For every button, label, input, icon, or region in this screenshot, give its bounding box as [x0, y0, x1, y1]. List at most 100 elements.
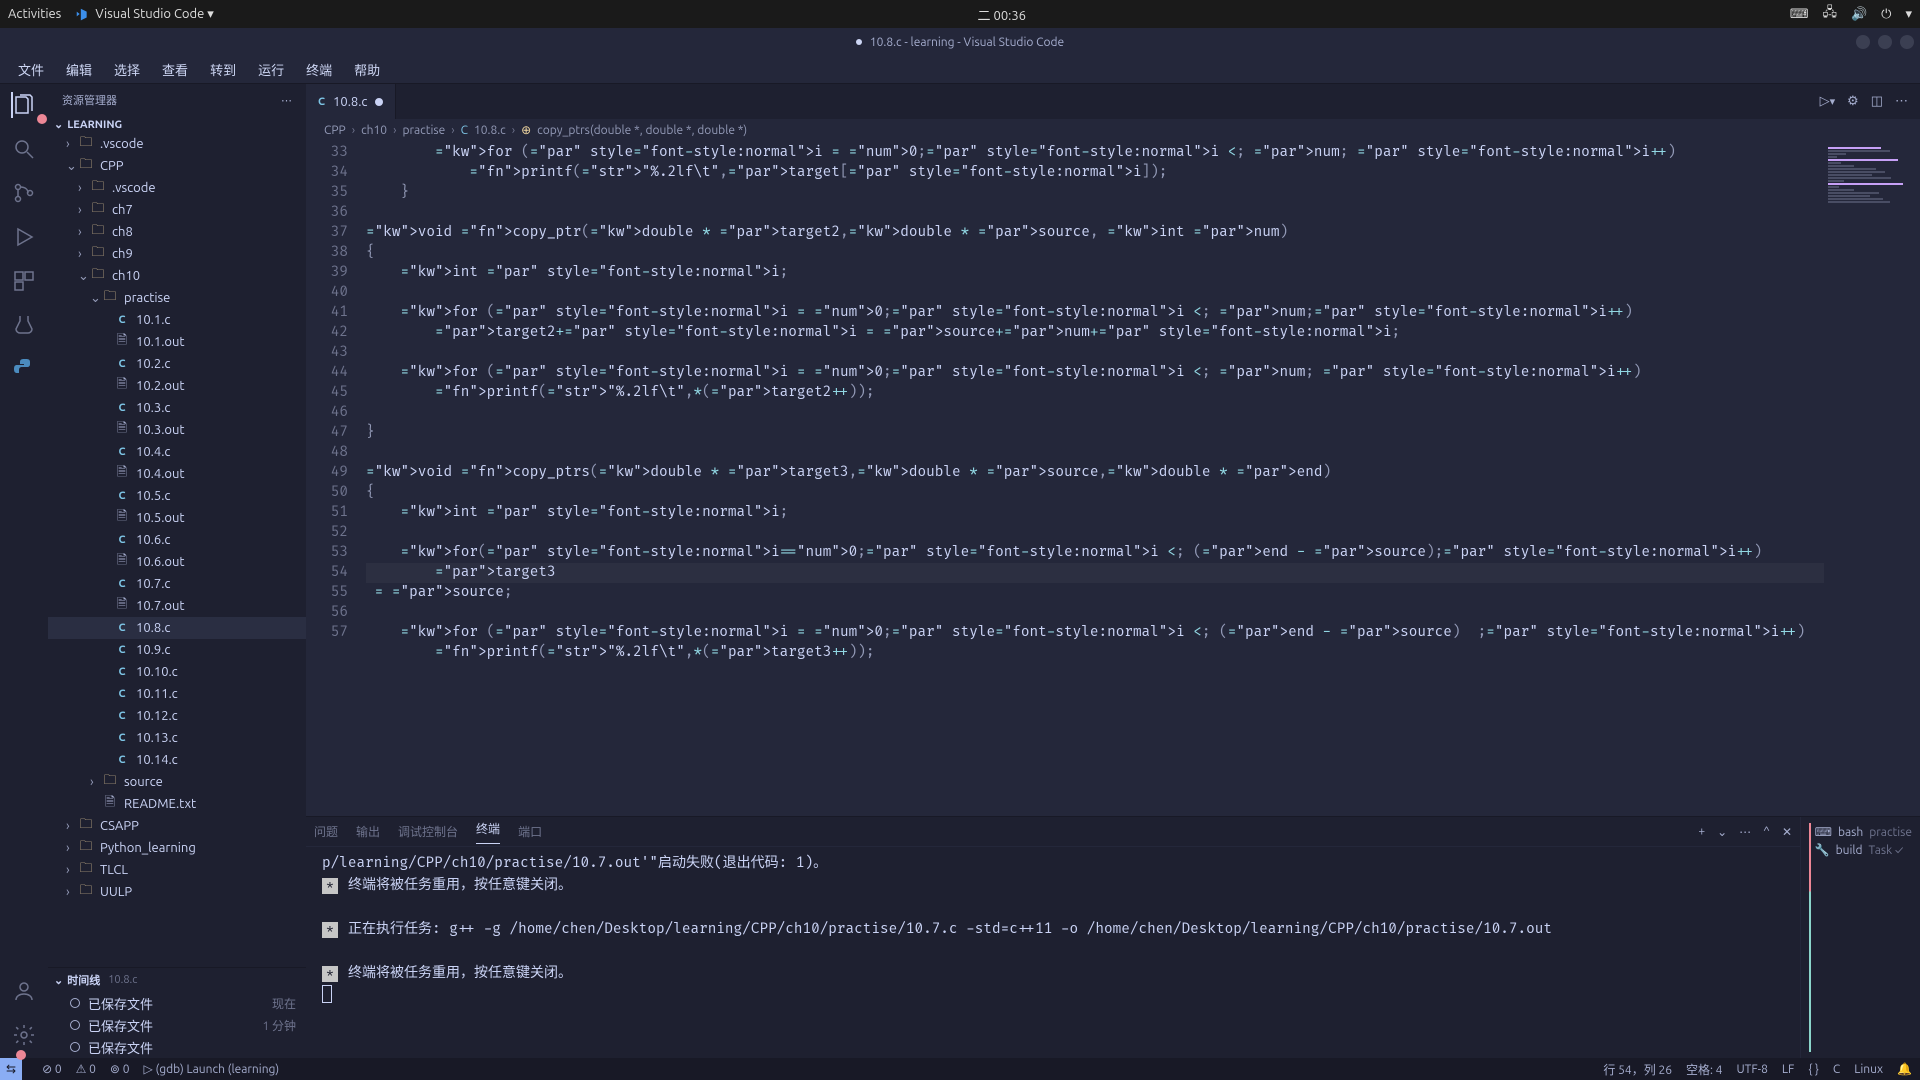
breadcrumb[interactable]: CPP› ch10› practise› C10.8.c› ⊕copy_ptrs… [306, 119, 1920, 141]
tree-item[interactable]: 🗎10.5.out [48, 507, 306, 529]
maximize-panel-icon[interactable]: ^ [1763, 825, 1770, 839]
more-actions-icon[interactable]: ⋯ [1895, 94, 1908, 109]
encoding[interactable]: UTF-8 [1736, 1063, 1767, 1076]
code-area[interactable]: ="kw">for (="par" style="font-style:norm… [366, 141, 1824, 816]
eol[interactable]: LF [1782, 1063, 1794, 1076]
tree-item[interactable]: ⌄🗀practise [48, 287, 306, 309]
search-icon[interactable] [11, 136, 37, 162]
menu-run[interactable]: 运行 [248, 56, 294, 83]
terminal-content[interactable]: p/learning/CPP/ch10/practise/10.7.out'"启… [306, 847, 1800, 1058]
tree-item[interactable]: C10.14.c [48, 749, 306, 771]
tree-item[interactable]: ›🗀Python_learning [48, 837, 306, 859]
gnome-app-menu[interactable]: Visual Studio Code ▾ [75, 7, 214, 22]
menu-go[interactable]: 转到 [200, 56, 246, 83]
tree-item[interactable]: C10.2.c [48, 353, 306, 375]
language-mode[interactable]: C [1833, 1063, 1840, 1076]
timeline-row[interactable]: 已保存文件 [48, 1036, 306, 1058]
file-tree[interactable]: ›🗀.vscode⌄🗀CPP›🗀.vscode›🗀ch7›🗀ch8›🗀ch9⌄🗀… [48, 133, 306, 967]
tree-item[interactable]: C10.8.c [48, 617, 306, 639]
tree-item[interactable]: C10.13.c [48, 727, 306, 749]
split-settings-icon[interactable]: ⚙ [1847, 94, 1859, 109]
extensions-icon[interactable] [11, 268, 37, 294]
new-terminal-icon[interactable]: + [1698, 825, 1705, 839]
tree-item[interactable]: ⌄🗀ch10 [48, 265, 306, 287]
volume-icon[interactable]: 🔊 [1851, 7, 1867, 22]
chevron-down-icon[interactable]: ▾ [1905, 7, 1912, 22]
tree-item[interactable]: 🗎README.txt [48, 793, 306, 815]
gnome-clock[interactable]: 二 00:36 [214, 5, 1790, 24]
panel-tab-output[interactable]: 输出 [356, 823, 380, 840]
maximize-button[interactable] [1878, 35, 1892, 49]
run-debug-icon[interactable] [11, 224, 37, 250]
terminal-entry-bash[interactable]: ⌨ bash practise [1815, 823, 1912, 841]
tree-item[interactable]: C10.7.c [48, 573, 306, 595]
debug-target[interactable]: ▷ (gdb) Launch (learning) [144, 1062, 280, 1076]
tree-item[interactable]: C10.9.c [48, 639, 306, 661]
tree-item[interactable]: 🗎10.2.out [48, 375, 306, 397]
tree-item[interactable]: ›🗀.vscode [48, 177, 306, 199]
tree-item[interactable]: ›🗀ch8 [48, 221, 306, 243]
terminal-entry-build[interactable]: 🔧 build Task ✓ [1815, 841, 1912, 859]
tree-item[interactable]: C10.3.c [48, 397, 306, 419]
tree-item[interactable]: C10.1.c [48, 309, 306, 331]
notifications-icon[interactable]: 🔔 [1897, 1062, 1912, 1076]
menu-edit[interactable]: 编辑 [56, 56, 102, 83]
tree-item[interactable]: 🗎10.6.out [48, 551, 306, 573]
tree-item[interactable]: ›🗀TLCL [48, 859, 306, 881]
menu-help[interactable]: 帮助 [344, 56, 390, 83]
tree-item[interactable]: C10.4.c [48, 441, 306, 463]
tree-item[interactable]: 🗎10.3.out [48, 419, 306, 441]
tree-item[interactable]: C10.10.c [48, 661, 306, 683]
explorer-icon[interactable] [11, 92, 37, 118]
tree-item[interactable]: 🗎10.4.out [48, 463, 306, 485]
lang-braces-icon[interactable]: { } [1808, 1063, 1819, 1076]
timeline-header[interactable]: ⌄ 时间线 10.8.c [48, 968, 306, 992]
panel-tab-ports[interactable]: 端口 [518, 823, 542, 840]
minimize-button[interactable] [1856, 35, 1870, 49]
cursor-position[interactable]: 行 54，列 26 [1603, 1061, 1672, 1078]
tree-item[interactable]: ›🗀source [48, 771, 306, 793]
menu-selection[interactable]: 选择 [104, 56, 150, 83]
tree-item[interactable]: C10.5.c [48, 485, 306, 507]
more-icon[interactable]: ⋯ [281, 94, 292, 107]
panel-tab-terminal[interactable]: 终端 [476, 820, 500, 844]
tree-item[interactable]: 🗎10.1.out [48, 331, 306, 353]
tree-item[interactable]: ›🗀UULP [48, 881, 306, 903]
menu-file[interactable]: 文件 [8, 56, 54, 83]
accounts-icon[interactable] [11, 978, 37, 1004]
tree-item[interactable]: ›🗀ch9 [48, 243, 306, 265]
tree-item[interactable]: ›🗀ch7 [48, 199, 306, 221]
status-warnings[interactable]: ⚠ 0 [76, 1062, 96, 1076]
source-control-icon[interactable] [11, 180, 37, 206]
menu-terminal[interactable]: 终端 [296, 56, 342, 83]
timeline-row[interactable]: 已保存文件现在 [48, 992, 306, 1014]
python-env-icon[interactable] [11, 356, 37, 382]
status-ports[interactable]: ⊚ 0 [110, 1062, 130, 1076]
tree-item[interactable]: 🗎10.7.out [48, 595, 306, 617]
workspace-root[interactable]: ⌄LEARNING [48, 116, 306, 133]
os-indicator[interactable]: Linux [1854, 1063, 1883, 1076]
panel-tab-problems[interactable]: 问题 [314, 823, 338, 840]
editor-body[interactable]: 33 34 35 36 37 38 39 40 41 42 43 44 45 4… [306, 141, 1920, 816]
tree-item[interactable]: ⌄🗀CPP [48, 155, 306, 177]
tab-active[interactable]: C 10.8.c [306, 84, 396, 119]
split-editor-icon[interactable]: ◫ [1871, 94, 1883, 109]
tree-item[interactable]: C10.12.c [48, 705, 306, 727]
indentation[interactable]: 空格: 4 [1686, 1061, 1722, 1078]
terminal-more-icon[interactable]: ⋯ [1739, 825, 1751, 839]
tree-item[interactable]: ›🗀.vscode [48, 133, 306, 155]
status-errors[interactable]: ⊘ 0 [42, 1062, 62, 1076]
panel-tab-debug-console[interactable]: 调试控制台 [398, 823, 458, 840]
terminal-dropdown-icon[interactable]: ⌄ [1717, 825, 1727, 839]
testing-icon[interactable] [11, 312, 37, 338]
tree-item[interactable]: C10.11.c [48, 683, 306, 705]
menu-view[interactable]: 查看 [152, 56, 198, 83]
tree-item[interactable]: C10.6.c [48, 529, 306, 551]
settings-gear-icon[interactable] [11, 1022, 37, 1048]
timeline-row[interactable]: 已保存文件1 分钟 [48, 1014, 306, 1036]
minimap[interactable] [1824, 141, 1920, 816]
close-button[interactable] [1900, 35, 1914, 49]
keyboard-icon[interactable]: ⌨ [1790, 7, 1809, 22]
remote-indicator[interactable]: ⇆ [0, 1058, 22, 1080]
tree-item[interactable]: ›🗀CSAPP [48, 815, 306, 837]
